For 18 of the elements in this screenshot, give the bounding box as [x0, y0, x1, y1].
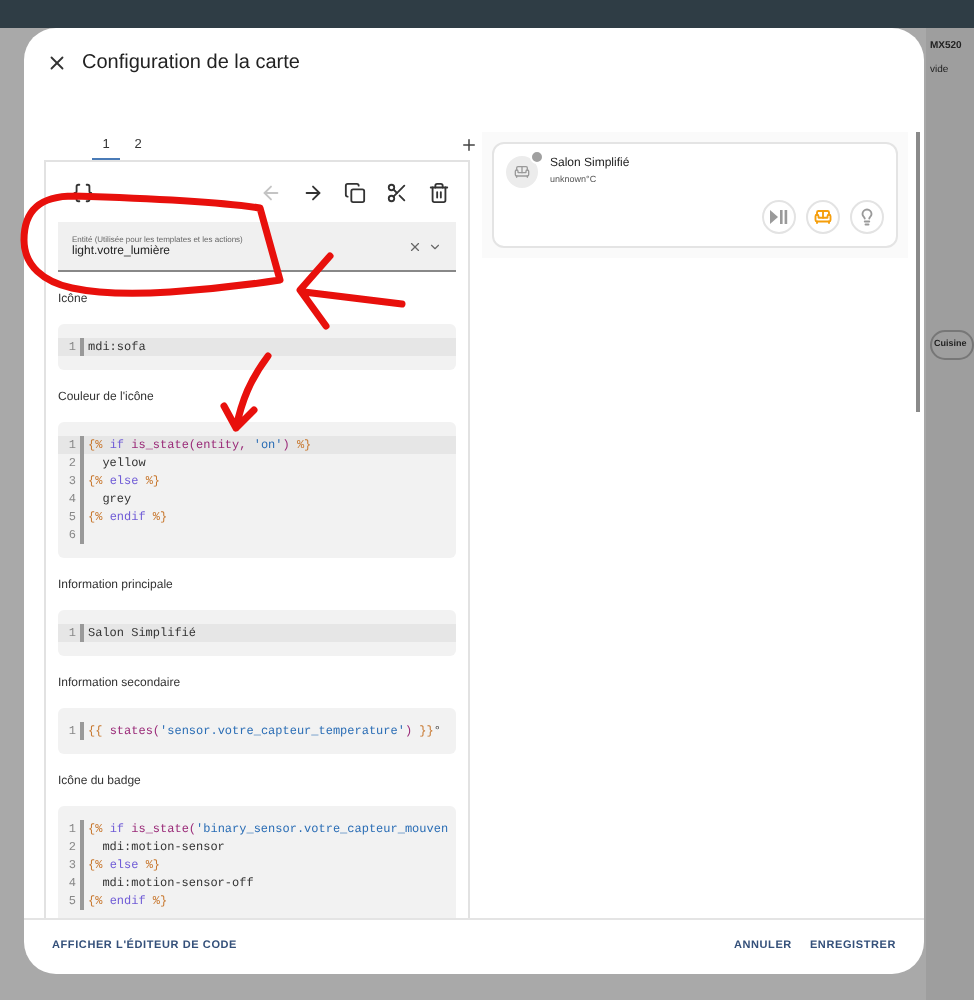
dropdown-caret-icon[interactable] [428, 239, 442, 253]
play-pause-icon [770, 210, 788, 224]
close-button[interactable] [46, 51, 68, 73]
trash-button[interactable] [426, 179, 452, 205]
annotation-arrow-drawing [296, 252, 406, 330]
scissors-button[interactable] [384, 179, 410, 205]
badge-icon [530, 150, 544, 164]
add-tab-button[interactable] [460, 136, 478, 154]
sofa-icon [814, 208, 832, 226]
action-chip[interactable] [850, 200, 884, 234]
copy-button[interactable] [342, 179, 368, 205]
annotation-arrow-drawing [220, 352, 272, 436]
lightbulb-icon [858, 208, 876, 226]
sofa-icon [514, 164, 530, 180]
action-chip[interactable] [762, 200, 796, 234]
dialog-title: Configuration de la carte [82, 49, 300, 77]
clear-icon[interactable] [408, 239, 422, 253]
braces-button[interactable] [70, 179, 96, 205]
